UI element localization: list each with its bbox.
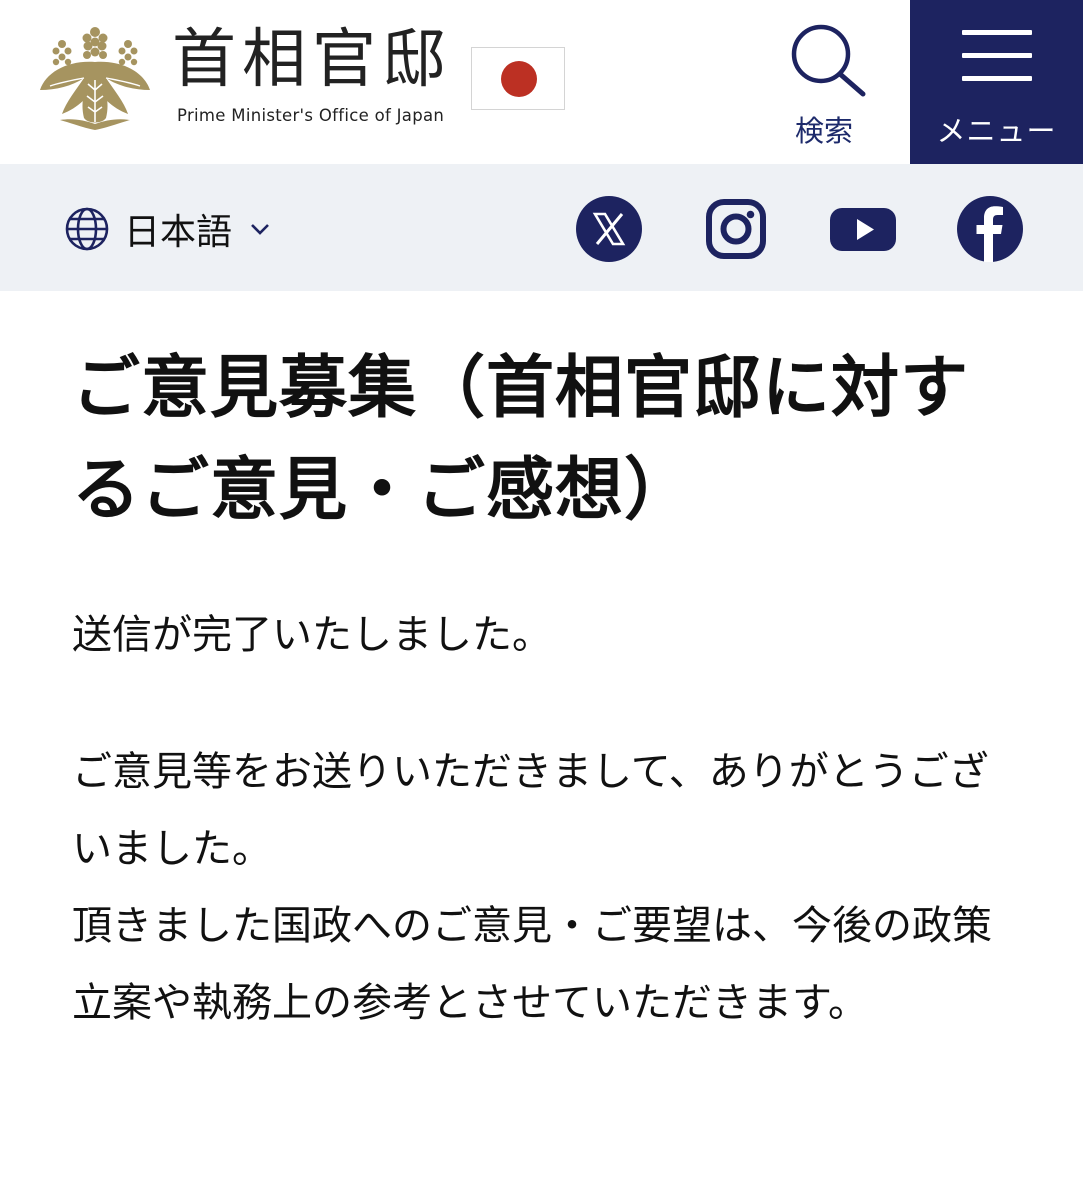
facebook-link[interactable] [957,196,1023,262]
menu-label: メニュー [936,114,1057,148]
youtube-link[interactable] [830,196,896,262]
search-icon [791,24,866,97]
search-button[interactable]: 検索 [768,20,880,148]
completion-message: 送信が完了いたしました。 [72,612,552,658]
hamburger-icon [962,30,1032,99]
x-link[interactable] [576,196,642,262]
thanks-message: ご意見等をお送りいただきまして、ありがとうございました。 [72,749,989,872]
menu-button[interactable]: メニュー [910,0,1083,164]
policy-message: 頂きました国政へのご意見・ご要望は、今後の政策立案や執務上の参考とさせていただき… [72,903,992,1026]
search-label: 検索 [794,114,853,148]
instagram-icon [706,199,766,259]
facebook-icon [957,196,1023,262]
language-selector[interactable]: 日本語 [64,206,270,253]
chevron-down-icon [251,224,269,235]
language-label: 日本語 [124,212,233,253]
paulownia-emblem-icon[interactable] [38,24,152,132]
page-title: ご意見募集（首相官邸に対するご意見・ご感想） [72,349,970,530]
japan-flag-icon [471,47,565,110]
x-icon [576,196,642,262]
globe-icon [65,207,109,251]
site-header: 首相官邸 Prime Minister's Office of Japan 検索… [0,0,1083,164]
instagram-link[interactable] [703,196,769,262]
site-subtitle: Prime Minister's Office of Japan [177,106,445,125]
youtube-icon [830,208,896,251]
site-title[interactable]: 首相官邸 [172,22,452,98]
